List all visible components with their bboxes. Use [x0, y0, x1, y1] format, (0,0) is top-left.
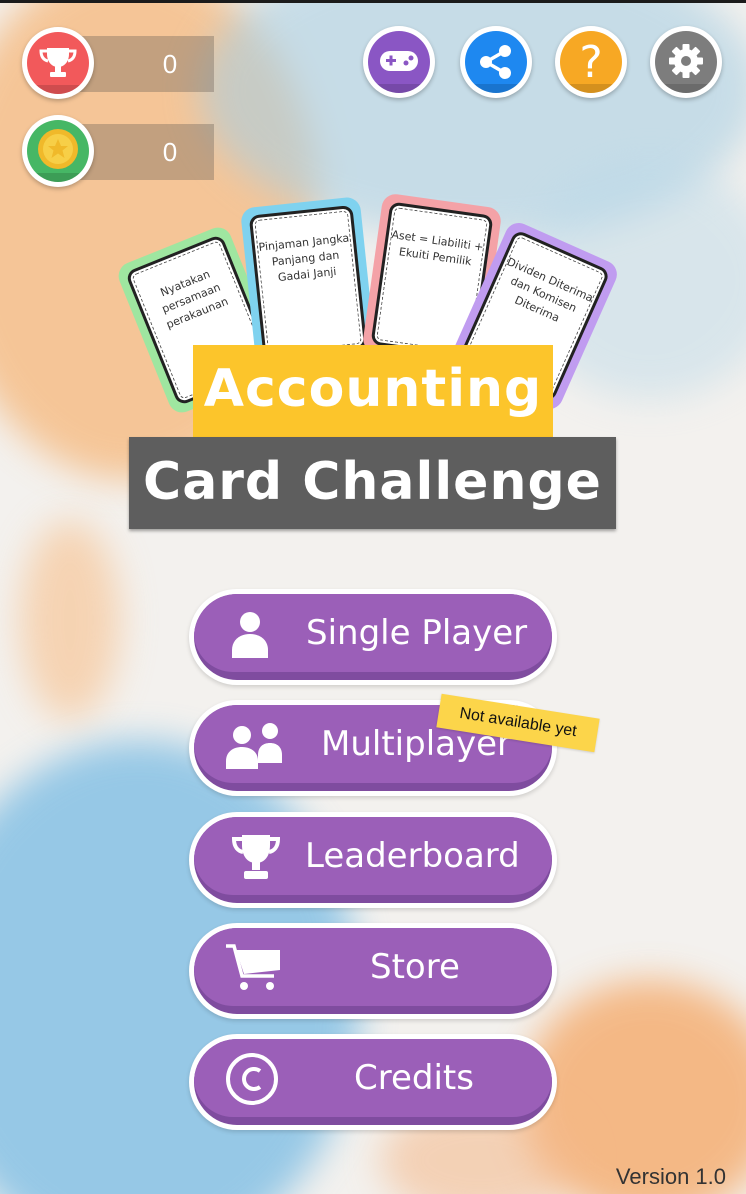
credits-button[interactable]: Credits	[189, 1034, 557, 1130]
credits-label: Credits	[354, 1058, 474, 1098]
share-icon	[480, 45, 511, 79]
share-button[interactable]	[460, 26, 532, 98]
leaderboard-label: Leaderboard	[305, 836, 520, 876]
help-button[interactable]: ?	[555, 26, 627, 98]
coin-count: 0	[162, 137, 178, 167]
title-card-challenge: Card Challenge	[129, 437, 616, 529]
users-icon	[226, 723, 282, 769]
leaderboard-button[interactable]: Leaderboard	[189, 812, 557, 908]
store-label: Store	[370, 947, 460, 987]
card-2-text: Pinjaman Jangka Panjang dan Gadai Janji	[248, 204, 368, 360]
svg-text:?: ?	[579, 37, 602, 88]
gamepad-icon	[380, 51, 418, 71]
single-player-button[interactable]: Single Player	[189, 589, 557, 685]
title-accounting: Accounting	[193, 345, 553, 437]
single-player-label: Single Player	[306, 613, 528, 653]
store-button[interactable]: Store	[189, 923, 557, 1019]
card-2: Pinjaman Jangka Panjang dan Gadai Janji	[239, 196, 377, 368]
trophy-icon	[231, 835, 281, 879]
coin-icon	[38, 129, 78, 169]
settings-button[interactable]	[650, 26, 722, 98]
status-bar	[0, 0, 746, 3]
version-label: Version 1.0	[615, 1164, 726, 1189]
cart-icon	[226, 944, 280, 990]
trophy-count: 0	[162, 49, 178, 79]
coin-badge	[22, 115, 94, 187]
gear-icon	[669, 44, 703, 78]
copyright-icon	[226, 1053, 278, 1105]
trophy-badge	[22, 27, 94, 99]
question-icon: ?	[579, 37, 602, 88]
coin-counter: 0	[22, 112, 214, 190]
trophy-icon	[39, 48, 77, 77]
user-icon	[232, 612, 268, 658]
games-button[interactable]	[363, 26, 435, 98]
trophy-counter: 0	[22, 24, 214, 102]
